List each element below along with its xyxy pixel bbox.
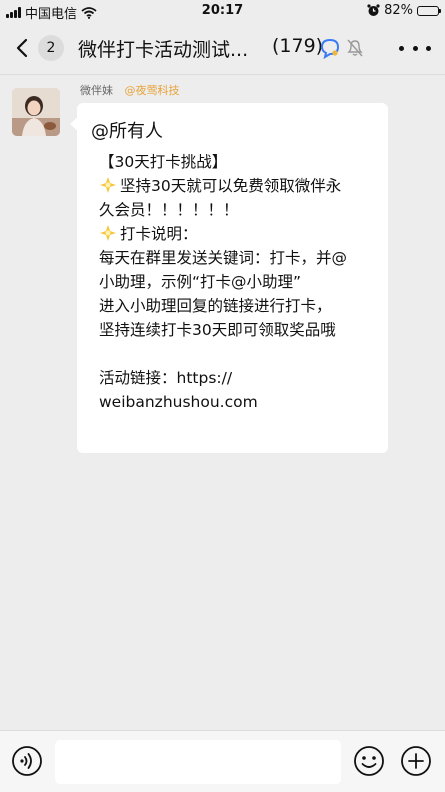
message-line: 每天在群里发送关键词：打卡，并@ bbox=[99, 249, 348, 267]
mention-all: @所有人 bbox=[91, 121, 163, 142]
message-line-text: 打卡说明： bbox=[120, 225, 198, 243]
battery-icon bbox=[417, 5, 441, 16]
avatar-photo bbox=[12, 88, 60, 136]
status-right: 82% bbox=[367, 3, 441, 18]
chat-header: 2 微伴打卡活动测试... (179) bbox=[0, 22, 445, 75]
chat-search-icon[interactable] bbox=[318, 36, 342, 60]
message-line: 小助理，示例“打卡@小助理” bbox=[99, 273, 302, 291]
message-line: 久会员！！！！！！ bbox=[99, 201, 239, 219]
glowing-star-icon bbox=[100, 177, 116, 193]
message-line: 【30天打卡挑战】 bbox=[99, 153, 228, 171]
member-count: (179) bbox=[272, 35, 324, 57]
avatar[interactable] bbox=[12, 88, 60, 136]
mute-bell-icon bbox=[347, 39, 363, 57]
message-text: 【30天打卡挑战】 坚持30天就可以免费领取微伴永 久会员！！！！！！ 打卡说明… bbox=[99, 150, 389, 414]
emoji-icon[interactable] bbox=[353, 745, 385, 777]
message-line: 进入小助理回复的链接进行打卡， bbox=[99, 297, 332, 315]
message-line: 打卡说明： bbox=[99, 222, 389, 246]
more-icon bbox=[399, 45, 404, 51]
voice-icon[interactable] bbox=[11, 745, 43, 777]
battery-percent: 82% bbox=[384, 3, 413, 18]
sender-org: @夜莺科技 bbox=[124, 84, 180, 97]
more-button[interactable] bbox=[399, 38, 431, 58]
message-line-text: 坚持30天就可以免费领取微伴永 bbox=[120, 177, 342, 195]
status-bar: 中国电信 20:17 82% bbox=[0, 0, 445, 22]
sender-name: 微伴妹 bbox=[80, 84, 113, 97]
message-line: 坚持连续打卡30天即可领取奖品哦 bbox=[99, 321, 336, 339]
glowing-star-icon bbox=[100, 225, 116, 241]
message-link[interactable]: weibanzhushou.com bbox=[99, 390, 389, 414]
message-line: 坚持30天就可以免费领取微伴永 bbox=[99, 174, 389, 198]
plus-icon[interactable] bbox=[400, 745, 432, 777]
unread-count-badge[interactable]: 2 bbox=[38, 35, 64, 61]
input-bar bbox=[0, 730, 445, 792]
sender-line: 微伴妹 @夜莺科技 bbox=[80, 82, 180, 98]
message-list: 微伴妹 @夜莺科技 @所有人 【30天打卡挑战】 坚持30天就可以免费领取微伴永… bbox=[0, 75, 445, 730]
alarm-icon bbox=[367, 4, 380, 16]
back-button[interactable] bbox=[10, 34, 34, 62]
back-chevron-icon bbox=[16, 38, 28, 58]
message-input[interactable] bbox=[55, 740, 341, 784]
message-line: 活动链接：https:// bbox=[99, 369, 233, 387]
message-bubble[interactable]: @所有人 【30天打卡挑战】 坚持30天就可以免费领取微伴永 久会员！！！！！！… bbox=[70, 103, 389, 453]
